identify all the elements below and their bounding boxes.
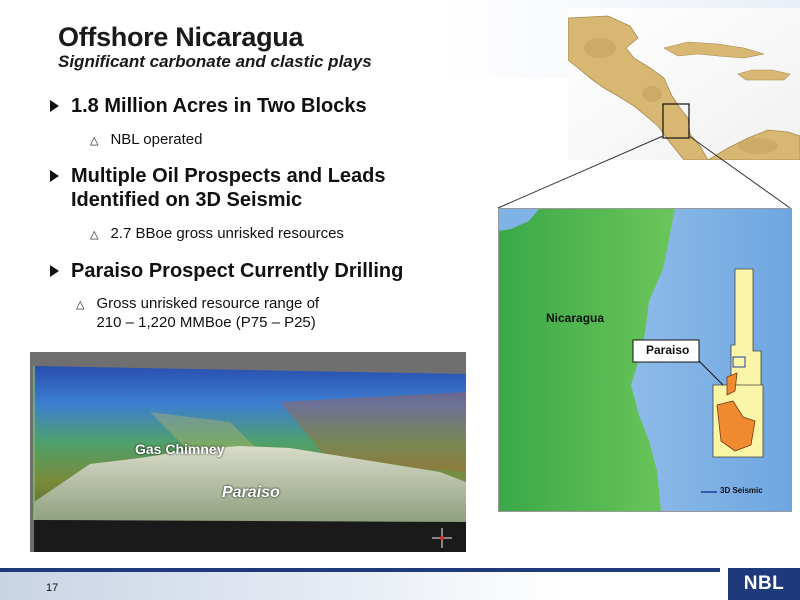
bullet-triangle-icon: [50, 265, 59, 277]
bullet-2: Multiple Oil Prospects and Leads Identif…: [50, 164, 386, 212]
sub-bullet-1-text: NBL operated: [110, 131, 203, 148]
detail-map: [498, 208, 792, 512]
nicaragua-label: Nicaragua: [546, 311, 605, 325]
footer-bar: [0, 568, 800, 600]
bullet-2-text-line1: Multiple Oil Prospects and Leads: [71, 165, 386, 187]
bullet-2-text-line2: Identified on 3D Seismic: [71, 189, 303, 211]
sub-bullet-3-text-line2: 210 – 1,220 MMBoe (P75 – P25): [96, 314, 316, 331]
sub-bullet-2: △ 2.7 BBoe gross unrisked resources: [90, 224, 344, 245]
nbl-logo: NBL: [728, 568, 800, 600]
sub-bullet-3-text-line1: Gross unrisked resource range of: [96, 295, 320, 312]
sub-bullet-icon: △: [90, 135, 99, 147]
paraiso-map-label: Paraiso: [646, 343, 690, 357]
gas-chimney-label: Gas Chimney: [135, 441, 225, 457]
seismic-legend-label: 3D Seismic: [720, 486, 763, 495]
paraiso-seismic-label: Paraiso: [222, 484, 280, 501]
page-number: 17: [46, 582, 59, 594]
footer-accent-line: [0, 568, 720, 572]
sub-bullet-icon: △: [90, 229, 99, 241]
sub-bullet-3: △ Gross unrisked resource range of 210 –…: [76, 294, 319, 332]
seismic-3d-image: [30, 352, 466, 552]
sub-bullet-icon: △: [76, 299, 85, 311]
bullet-triangle-icon: [50, 170, 59, 182]
bullet-1-text: 1.8 Million Acres in Two Blocks: [71, 95, 367, 117]
sub-bullet-2-text: 2.7 BBoe gross unrisked resources: [110, 225, 344, 242]
bullet-triangle-icon: [50, 100, 59, 112]
bullet-1: 1.8 Million Acres in Two Blocks: [50, 94, 367, 118]
bullet-3-text: Paraiso Prospect Currently Drilling: [71, 260, 404, 282]
sub-bullet-1: △ NBL operated: [90, 130, 202, 151]
bullet-3: Paraiso Prospect Currently Drilling: [50, 259, 403, 283]
